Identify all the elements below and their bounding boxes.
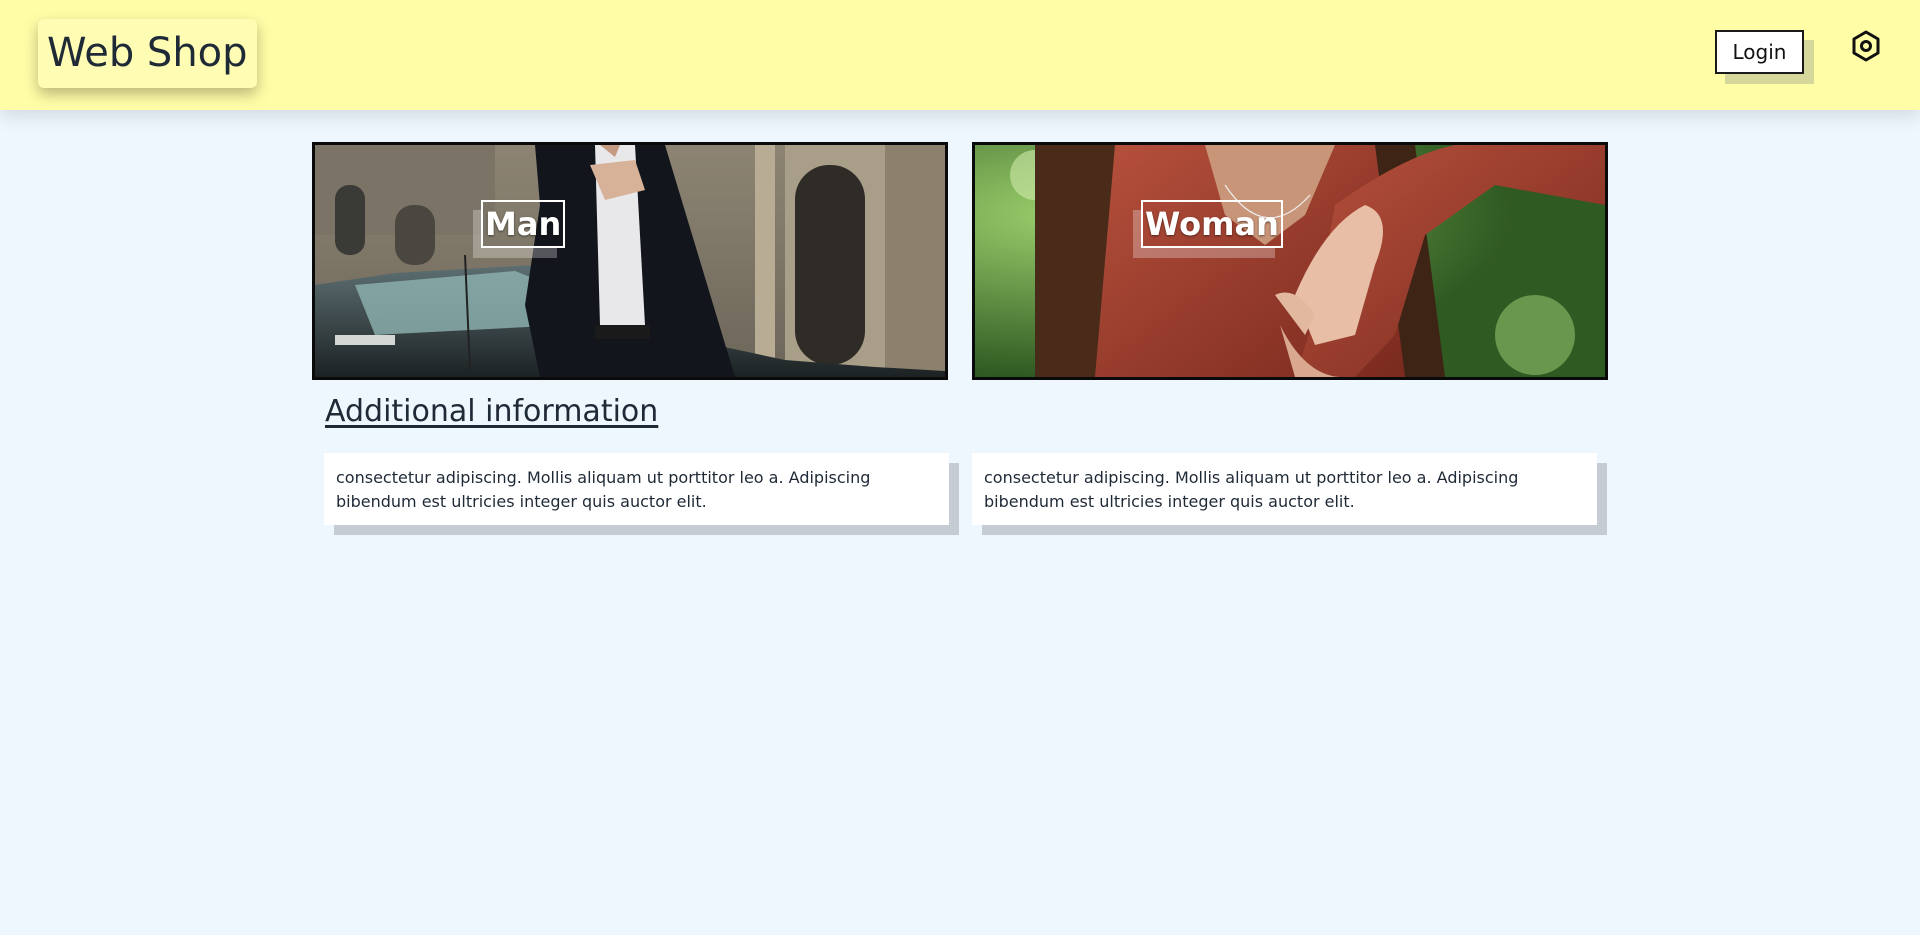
category-card-woman[interactable]: Woman bbox=[972, 142, 1608, 380]
category-card-man[interactable]: Man bbox=[312, 142, 948, 380]
category-label-woman[interactable]: Woman bbox=[1141, 200, 1283, 248]
login-button[interactable]: Login bbox=[1715, 30, 1804, 74]
additional-information-heading: Additional information bbox=[325, 394, 659, 429]
settings-icon[interactable] bbox=[1849, 29, 1883, 63]
woman-category-image bbox=[975, 145, 1605, 377]
site-logo[interactable]: Web Shop bbox=[38, 19, 257, 88]
man-category-image bbox=[315, 145, 945, 377]
login-button-wrapper: Login bbox=[1715, 30, 1814, 84]
info-box-left: consectetur adipiscing. Mollis aliquam u… bbox=[324, 453, 959, 535]
info-box-text: consectetur adipiscing. Mollis aliquam u… bbox=[972, 453, 1597, 525]
category-label-man[interactable]: Man bbox=[481, 200, 566, 248]
info-box-right: consectetur adipiscing. Mollis aliquam u… bbox=[972, 453, 1607, 535]
top-header: Web Shop Login bbox=[0, 0, 1920, 110]
info-box-text: consectetur adipiscing. Mollis aliquam u… bbox=[324, 453, 949, 525]
